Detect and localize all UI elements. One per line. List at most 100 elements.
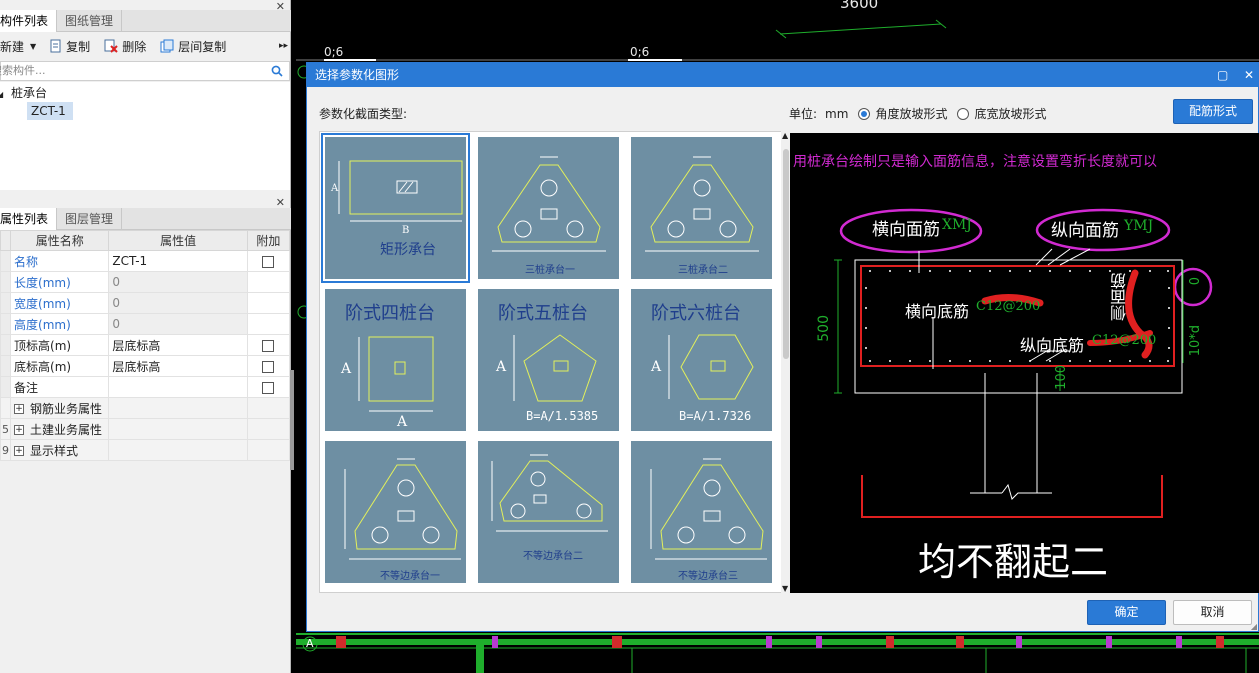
- unequal-1-diagram: [344, 458, 461, 560]
- label-v-top-code: YMJ: [1124, 218, 1154, 234]
- expand-icon[interactable]: +: [14, 425, 25, 435]
- checkbox[interactable]: [262, 255, 275, 268]
- prop-extra: [246, 313, 291, 335]
- prop-value-input[interactable]: [108, 376, 248, 398]
- copy-button[interactable]: 复制: [50, 38, 90, 55]
- cad-dimension-3600: 3600: [840, 0, 879, 12]
- shape-thumb-step-six[interactable]: 阶式六桩台 A B=A/1.7326: [631, 289, 772, 431]
- maximize-icon[interactable]: ▢: [1217, 63, 1228, 87]
- prop-group-label: 土建业务属性: [30, 422, 103, 437]
- prop-value-input[interactable]: ZCT-1: [108, 250, 248, 272]
- prop-extra: [246, 271, 291, 293]
- shape-thumb-step-four[interactable]: 阶式四桩台 A A: [325, 289, 466, 431]
- cancel-button[interactable]: 取消: [1173, 600, 1252, 625]
- scroll-down-icon[interactable]: ▼: [782, 584, 788, 593]
- tree-root-label: 桩承台: [10, 86, 47, 100]
- table-row: 5 + 土建业务属性: [0, 418, 291, 440]
- prop-extra: [246, 376, 291, 398]
- row-num: [0, 250, 12, 272]
- shape-thumb-label: 不等边承台二: [523, 551, 583, 562]
- shape-thumb-step-five[interactable]: 阶式五桩台 A B=A/1.5385: [478, 289, 619, 431]
- label-v-bottom-code: C12@200: [1092, 333, 1157, 348]
- header-value: 属性值: [108, 230, 248, 251]
- prop-value: 0: [108, 271, 248, 293]
- chevron-down-icon: ▼: [30, 41, 37, 51]
- shape-formula: B=A/1.5385: [526, 409, 599, 423]
- panel-splitter[interactable]: [290, 370, 294, 470]
- new-button[interactable]: 新建 ▼: [0, 38, 36, 55]
- prop-group-label: 显示样式: [30, 443, 79, 458]
- unequal-3-diagram: [650, 458, 767, 560]
- floor-copy-button[interactable]: 层间复制: [160, 38, 226, 55]
- svg-text:A: A: [495, 359, 507, 375]
- search-icon[interactable]: [271, 65, 283, 77]
- resize-grip-icon[interactable]: ◢: [1251, 622, 1257, 631]
- radio-width-label[interactable]: 底宽放坡形式: [974, 105, 1046, 122]
- shape-thumb-rect-cap[interactable]: A B 矩形承台: [321, 133, 470, 283]
- tree-item-zct1[interactable]: ZCT-1: [27, 102, 73, 120]
- prop-value: [108, 418, 248, 440]
- shape-thumb-three-pile-2[interactable]: 三桩承台二: [631, 137, 772, 279]
- radio-width-slope[interactable]: [957, 107, 970, 120]
- prop-value-input[interactable]: 层底标高: [108, 334, 248, 356]
- tab-layer-manage[interactable]: 图层管理: [57, 208, 123, 230]
- label-h-bottom-code: C12@200: [976, 299, 1041, 314]
- row-num: [0, 271, 12, 293]
- prop-group-label: 钢筋业务属性: [30, 401, 103, 416]
- prop-value-input[interactable]: 层底标高: [108, 355, 248, 377]
- checkbox[interactable]: [262, 360, 275, 373]
- svg-text:B: B: [402, 225, 409, 236]
- cad-axis-label: 0;6: [324, 45, 344, 59]
- prop-group[interactable]: + 土建业务属性: [10, 418, 110, 440]
- scroll-thumb[interactable]: [783, 149, 789, 359]
- component-search-input[interactable]: 搜索构件...: [0, 61, 290, 81]
- prop-value: 0: [108, 292, 248, 314]
- tab-component-list[interactable]: 构件列表: [0, 10, 58, 32]
- prop-group[interactable]: + 显示样式: [10, 439, 110, 461]
- unit-row: 单位: mm 角度放坡形式 底宽放坡形式: [789, 105, 1046, 122]
- expand-icon[interactable]: +: [14, 404, 25, 414]
- copy-icon: [50, 39, 61, 53]
- table-row: 底标高(m) 层底标高: [0, 355, 291, 377]
- shape-thumb-unequal-3[interactable]: 不等边承台三: [631, 441, 772, 583]
- three-pile-2-diagram: [645, 156, 759, 252]
- checkbox[interactable]: [262, 381, 275, 394]
- delete-button[interactable]: 删除: [104, 38, 146, 55]
- shape-gallery[interactable]: A B 矩形承台 三桩承台一 三桩承台二 阶式四桩台 A A 阶式五桩台 A B…: [319, 131, 791, 593]
- left-panel: ✕ 构件列表 图纸管理 新建 ▼ 复制 删除 层间复制 ▸▸ 搜索构件... ◢…: [0, 0, 294, 673]
- shape-thumb-three-pile-1[interactable]: 三桩承台一: [478, 137, 619, 279]
- prop-group[interactable]: + 钢筋业务属性: [10, 397, 110, 419]
- rebar-form-button[interactable]: 配筋形式: [1173, 99, 1253, 124]
- tab-drawing-manage[interactable]: 图纸管理: [57, 10, 123, 32]
- shape-thumb-label: 阶式五桩台: [498, 303, 588, 324]
- tab-property-list[interactable]: 属性列表: [0, 208, 58, 230]
- shape-preview: 用桩承台绘制只是输入面筋信息，注意设置弯折长度就可以 横向面筋 XMJ 纵向面筋…: [790, 133, 1259, 593]
- tree-root[interactable]: ◢ 桩承台: [0, 84, 47, 101]
- more-icon[interactable]: ▸▸: [279, 41, 288, 51]
- cad-axis-a: A: [306, 637, 314, 650]
- shape-thumb-unequal-2[interactable]: 不等边承台二: [478, 441, 619, 583]
- floor-copy-icon: [160, 39, 174, 53]
- checkbox[interactable]: [262, 339, 275, 352]
- ok-button[interactable]: 确定: [1087, 600, 1166, 625]
- prop-value: [108, 439, 248, 461]
- radio-angle-label[interactable]: 角度放坡形式: [875, 105, 947, 122]
- dim-0: 0: [1188, 277, 1203, 286]
- dialog-titlebar[interactable]: 选择参数化图形 ▢ ✕: [307, 63, 1258, 87]
- close-icon[interactable]: ✕: [1244, 63, 1254, 87]
- svg-text:A: A: [396, 414, 408, 430]
- delete-icon: [104, 39, 118, 53]
- delete-label: 删除: [122, 39, 147, 54]
- header-extra: 附加: [246, 230, 291, 251]
- dim-100: 100: [1054, 365, 1069, 390]
- shape-thumb-unequal-1[interactable]: 不等边承台一: [325, 441, 466, 583]
- prop-name: 备注: [10, 376, 110, 398]
- dim-500: 500: [816, 315, 832, 342]
- radio-angle-slope[interactable]: [858, 107, 871, 120]
- table-row: 9 + 显示样式: [0, 439, 291, 461]
- cad-axis-label: 0;6: [630, 45, 650, 59]
- table-row: 长度(mm) 0: [0, 271, 291, 293]
- scroll-up-icon[interactable]: ▲: [782, 131, 788, 140]
- expand-icon[interactable]: ◢: [0, 90, 3, 99]
- expand-icon[interactable]: +: [14, 446, 25, 456]
